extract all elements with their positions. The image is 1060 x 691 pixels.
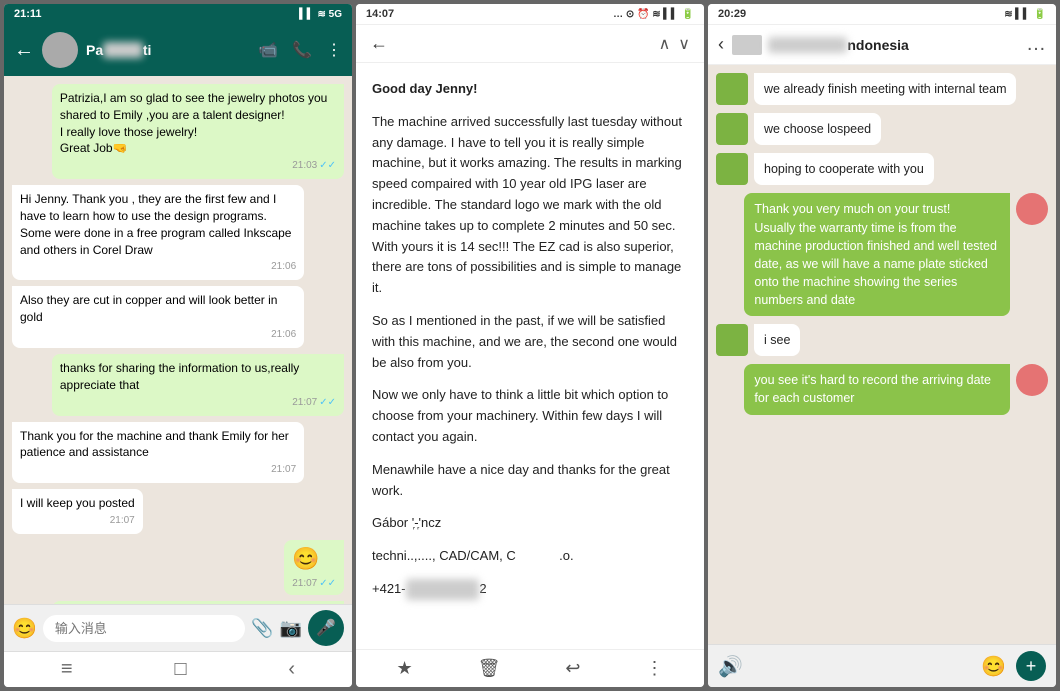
sender-thumbnail-self: [1016, 193, 1048, 225]
add-button-right[interactable]: +: [1016, 651, 1046, 681]
message-bubble: i see: [754, 324, 800, 356]
delete-icon[interactable]: 🗑: [478, 658, 501, 679]
right-chat-header: ‹ ████████ndonesia …: [708, 25, 1056, 65]
star-icon[interactable]: ★: [396, 658, 412, 679]
message-text: Thank you very much on your trust!Usuall…: [754, 202, 997, 307]
sender-thumbnail: [716, 153, 748, 185]
back-button-right[interactable]: ‹: [718, 34, 724, 55]
right-panel: 20:29 ≋ ▍▍ 🔋 ‹ ████████ndonesia … we alr…: [708, 4, 1056, 687]
right-input-bar: 🔊 😊 +: [708, 644, 1056, 687]
message-text: hoping to cooperate with you: [764, 162, 924, 176]
contact-avatar-blurred: [732, 35, 762, 55]
message-text: I will keep you posted: [20, 496, 135, 510]
right-message-item: we already finish meeting with internal …: [716, 73, 1048, 105]
time-left: 21:11: [14, 8, 42, 20]
message-text: Patrizia,I am so glad to see the jewelry…: [60, 91, 327, 155]
message-text: we choose lospeed: [764, 122, 871, 136]
nav-bar-left: ≡ □ ‹: [4, 651, 352, 687]
left-panel: 21:11 ▍▍ ≋ 5G ← Pa████ti 📹 📞 ⋮ Patrizia,…: [4, 4, 352, 687]
message-item: I will keep you posted 21:07: [12, 489, 143, 534]
message-bubble: Thank you very much on your trust!Usuall…: [744, 193, 1010, 316]
message-bubble: we already finish meeting with internal …: [754, 73, 1016, 105]
chat-header-left: ← Pa████ti 📹 📞 ⋮: [4, 24, 352, 76]
message-item: 😊 21:07✓✓: [284, 540, 344, 595]
message-text: Hi Jenny. Thank you , they are the first…: [20, 192, 291, 256]
status-bar-left: 21:11 ▍▍ ≋ 5G: [4, 4, 352, 24]
message-item: Patrizia,I am so glad to see the jewelry…: [52, 84, 344, 179]
sender-thumbnail-self: [1016, 364, 1048, 396]
message-text: we already finish meeting with internal …: [764, 82, 1006, 96]
avatar: [42, 32, 78, 68]
signature-name: Gábor '᷊-᷊'ncz: [372, 513, 688, 534]
time-right: 20:29: [718, 8, 746, 20]
message-item: Hi Jenny. Thank you , they are the first…: [12, 185, 304, 280]
right-message-item: hoping to cooperate with you: [716, 153, 1048, 185]
email-body: Good day Jenny! The machine arrived succ…: [356, 63, 704, 649]
message-bubble: we choose lospeed: [754, 113, 881, 145]
right-message-item: i see: [716, 324, 1048, 356]
menu-icon[interactable]: ⋮: [326, 40, 342, 60]
contact-name-left: Pa████ti: [86, 42, 250, 58]
message-text: 😊: [292, 546, 319, 571]
status-icons-right: ≋ ▍▍ 🔋: [1004, 9, 1046, 20]
right-message-item: Thank you very much on your trust!Usuall…: [716, 193, 1048, 316]
paragraph-2: So as I mentioned in the past, if we wil…: [372, 311, 688, 373]
paragraph-4: Menawhile have a nice day and thanks for…: [372, 460, 688, 502]
message-bubble: hoping to cooperate with you: [754, 153, 934, 185]
emoji-icon-right[interactable]: 😊: [981, 654, 1006, 679]
home-nav-icon[interactable]: □: [174, 658, 186, 681]
input-bar-left: 😊 📎 📷 🎤: [4, 604, 352, 651]
sender-thumbnail: [716, 73, 748, 105]
mic-button[interactable]: 🎤: [308, 610, 344, 646]
message-item: thanks for sharing the information to us…: [52, 354, 344, 416]
video-icon[interactable]: 📹: [258, 40, 278, 60]
sender-thumbnail: [716, 113, 748, 145]
messages-area-left: Patrizia,I am so glad to see the jewelry…: [4, 76, 352, 604]
sender-thumbnail: [716, 324, 748, 356]
middle-header: ← ∧ ∨: [356, 25, 704, 63]
middle-panel: 14:07 … ⊙ ⏰ ≋ ▍▍ 🔋 ← ∧ ∨ Good day Jenny!…: [356, 4, 704, 687]
up-chevron-icon[interactable]: ∧: [659, 34, 671, 54]
back-arrow-icon[interactable]: ←: [14, 39, 34, 62]
back-button-middle[interactable]: ←: [370, 33, 388, 54]
greeting: Good day Jenny!: [372, 81, 477, 96]
reply-icon[interactable]: ↩: [565, 658, 580, 679]
status-bar-right: 20:29 ≋ ▍▍ 🔋: [708, 4, 1056, 25]
message-text: Also they are cut in copper and will loo…: [20, 293, 277, 324]
more-options-icon[interactable]: ⋮: [645, 658, 663, 679]
signature-phone: +421-████████2: [372, 579, 688, 600]
header-icons: 📹 📞 ⋮: [258, 40, 342, 60]
status-icons-left: ▍▍ ≋ 5G: [299, 9, 342, 20]
time-middle: 14:07: [366, 8, 394, 20]
message-input[interactable]: [43, 615, 245, 642]
status-icons-middle: … ⊙ ⏰ ≋ ▍▍ 🔋: [613, 9, 694, 20]
status-bar-middle: 14:07 … ⊙ ⏰ ≋ ▍▍ 🔋: [356, 4, 704, 25]
message-bubble: you see it's hard to record the arriving…: [744, 364, 1010, 414]
email-toolbar: ★ 🗑 ↩ ⋮: [356, 649, 704, 687]
message-item: Also they are cut in copper and will loo…: [12, 286, 304, 348]
back-nav-icon[interactable]: ‹: [288, 658, 295, 681]
down-chevron-icon[interactable]: ∨: [678, 34, 690, 54]
attach-icon[interactable]: 📎: [251, 618, 273, 639]
navigation-chevrons: ∧ ∨: [659, 34, 690, 54]
message-item: maybe one day can ask you to make a desi…: [52, 601, 344, 604]
contact-name-right: ████████ndonesia: [768, 37, 1018, 53]
more-options-right[interactable]: …: [1026, 33, 1046, 56]
menu-nav-icon[interactable]: ≡: [61, 658, 73, 681]
emoji-button[interactable]: 😊: [12, 616, 37, 641]
phone-icon[interactable]: 📞: [292, 40, 312, 60]
message-text: i see: [764, 333, 790, 347]
message-item: Thank you for the machine and thank Emil…: [12, 422, 304, 484]
right-message-item: we choose lospeed: [716, 113, 1048, 145]
message-text: you see it's hard to record the arriving…: [754, 373, 991, 405]
right-message-item: you see it's hard to record the arriving…: [716, 364, 1048, 414]
paragraph-1: The machine arrived successfully last tu…: [372, 112, 688, 299]
camera-icon[interactable]: 📷: [280, 618, 302, 639]
right-messages-area: we already finish meeting with internal …: [708, 65, 1056, 644]
message-text: thanks for sharing the information to us…: [60, 361, 299, 392]
paragraph-3: Now we only have to think a little bit w…: [372, 385, 688, 447]
message-text: Thank you for the machine and thank Emil…: [20, 429, 289, 460]
signature-company: techni..,...., CAD/CAM, C .o.: [372, 546, 688, 567]
audio-icon[interactable]: 🔊: [718, 654, 743, 679]
